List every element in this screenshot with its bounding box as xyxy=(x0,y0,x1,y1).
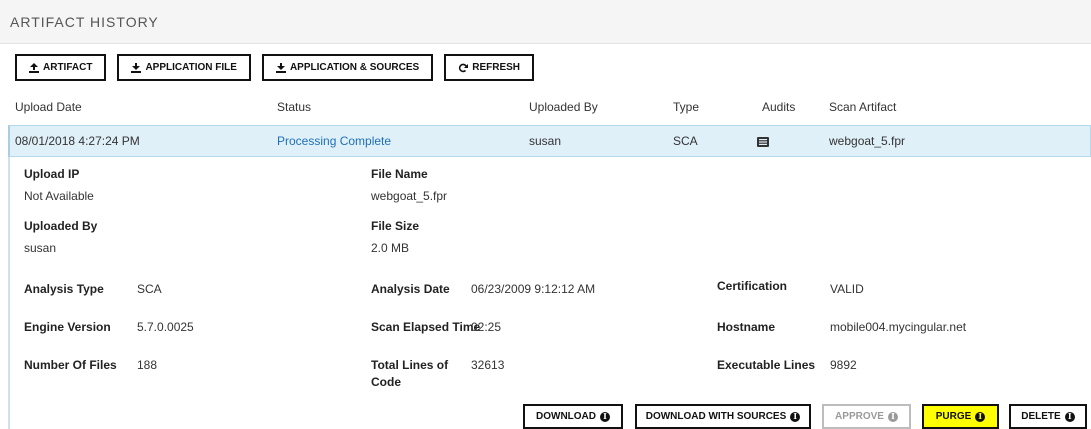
delete-label: DELETE xyxy=(1021,411,1061,422)
panel-header: ARTIFACT HISTORY xyxy=(0,0,1091,44)
download-button[interactable]: DOWNLOAD xyxy=(523,404,623,429)
file-size-label: File Size xyxy=(371,219,420,233)
scan-elapsed-label: Scan Elapsed Time xyxy=(371,320,481,334)
total-lines-label-line2: Code xyxy=(371,375,401,389)
refresh-icon xyxy=(459,63,469,72)
total-lines-label: Total Lines of Code xyxy=(371,358,448,392)
file-name-label: File Name xyxy=(371,167,428,181)
download-icon xyxy=(131,62,142,73)
uploaded-by-label: Uploaded By xyxy=(24,219,98,233)
upload-ip-value: Not Available xyxy=(24,189,94,203)
scan-elapsed-value: 02:25 xyxy=(471,320,502,334)
analysis-type-label: Analysis Type xyxy=(24,282,104,296)
download-with-sources-label: DOWNLOAD WITH SOURCES xyxy=(645,411,787,422)
file-name-value: webgoat_5.fpr xyxy=(371,189,448,203)
purge-label: PURGE xyxy=(935,411,972,422)
info-icon xyxy=(600,411,610,422)
total-lines-label-line1: Total Lines of xyxy=(371,358,449,372)
total-lines-value: 32613 xyxy=(471,358,505,372)
engine-version-value: 5.7.0.0025 xyxy=(137,320,194,334)
executable-lines-value: 9892 xyxy=(830,358,857,372)
hostname-value: mobile004.mycingular.net xyxy=(830,320,967,334)
delete-button[interactable]: DELETE xyxy=(1009,404,1087,429)
number-of-files-value: 188 xyxy=(137,358,158,372)
download-application-file-button[interactable]: APPLICATION FILE xyxy=(117,54,251,81)
panel-title: ARTIFACT HISTORY xyxy=(10,14,159,30)
column-header-uploaded-by[interactable]: Uploaded By xyxy=(529,100,598,114)
hostname-label: Hostname xyxy=(717,320,776,334)
certification-label: Certification xyxy=(717,279,788,293)
download-label: DOWNLOAD xyxy=(536,411,596,422)
approve-button[interactable]: APPROVE xyxy=(822,404,911,429)
toolbar: ARTIFACT APPLICATION FILE APPLICATION & … xyxy=(15,54,535,82)
analysis-date-value: 06/23/2009 9:12:12 AM xyxy=(471,282,596,296)
analysis-date-label: Analysis Date xyxy=(371,282,450,296)
download-icon xyxy=(275,62,286,73)
info-icon xyxy=(1064,411,1075,422)
download-with-sources-button[interactable]: DOWNLOAD WITH SOURCES xyxy=(635,404,811,429)
download-application-sources-label: APPLICATION & SOURCES xyxy=(289,62,420,73)
column-header-type[interactable]: Type xyxy=(673,100,699,114)
purge-button[interactable]: PURGE xyxy=(922,404,999,429)
refresh-label: REFRESH xyxy=(472,62,521,73)
download-application-sources-button[interactable]: APPLICATION & SOURCES xyxy=(261,54,434,81)
file-size-value: 2.0 MB xyxy=(371,241,410,255)
info-icon xyxy=(790,411,801,422)
uploaded-by-value: susan xyxy=(24,241,57,255)
certification-value: VALID xyxy=(830,282,864,296)
row-status-link[interactable]: Processing Complete xyxy=(277,134,391,148)
refresh-button[interactable]: REFRESH xyxy=(444,54,535,81)
column-header-status[interactable]: Status xyxy=(277,100,311,114)
row-scan-artifact: webgoat_5.fpr xyxy=(829,134,906,148)
info-icon xyxy=(975,411,986,422)
analysis-type-value: SCA xyxy=(137,282,162,296)
number-of-files-label: Number Of Files xyxy=(24,358,117,372)
upload-artifact-button[interactable]: ARTIFACT xyxy=(15,54,107,81)
approve-label: APPROVE xyxy=(835,411,884,422)
upload-icon xyxy=(29,62,39,73)
executable-lines-label: Executable Lines xyxy=(717,358,816,372)
download-application-file-label: APPLICATION FILE xyxy=(145,62,237,73)
upload-ip-label: Upload IP xyxy=(24,167,80,181)
info-icon xyxy=(887,411,898,422)
row-upload-date: 08/01/2018 4:27:24 PM xyxy=(15,134,140,148)
column-header-upload-date[interactable]: Upload Date xyxy=(15,100,82,114)
audits-list-icon[interactable] xyxy=(757,137,769,147)
engine-version-label: Engine Version xyxy=(24,320,111,334)
row-uploaded-by: susan xyxy=(529,134,562,148)
column-header-scan-artifact[interactable]: Scan Artifact xyxy=(829,100,896,114)
column-header-audits[interactable]: Audits xyxy=(762,100,795,114)
upload-artifact-label: ARTIFACT xyxy=(43,62,93,73)
row-type: SCA xyxy=(673,134,698,148)
